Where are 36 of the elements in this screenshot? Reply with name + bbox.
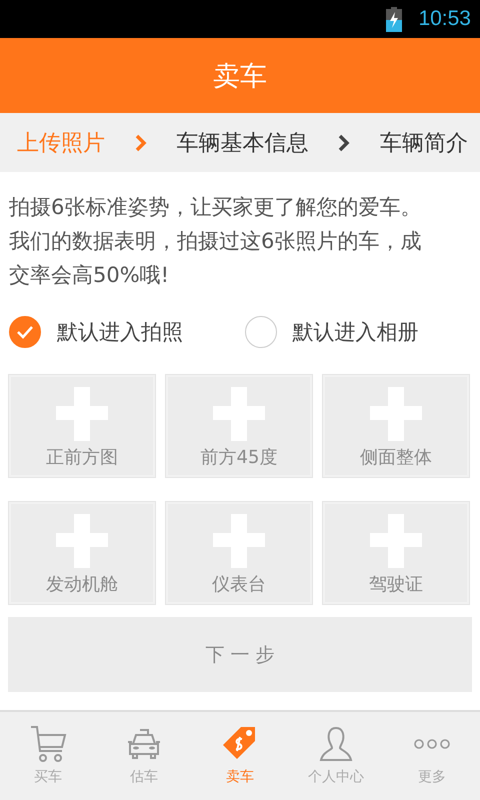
slot-label: 发动机舱 (46, 573, 118, 596)
taxi-icon (125, 728, 163, 760)
checkmark-icon (16, 325, 34, 339)
chevron-right-icon (134, 134, 147, 152)
slot-label: 侧面整体 (360, 446, 432, 469)
photo-slot[interactable]: 侧面整体 (322, 374, 470, 478)
slot-label: 驾驶证 (369, 573, 423, 596)
photo-slot[interactable]: 驾驶证 (322, 501, 470, 605)
step-label[interactable]: 车辆基本信息 (176, 128, 308, 158)
photo-slot[interactable]: 仪表台 (165, 501, 313, 605)
next-button[interactable]: 下 一 步 (8, 617, 472, 692)
status-time: 10:53 (418, 7, 471, 31)
tab-bar-item[interactable]: 更多 (384, 712, 480, 800)
header-title: 卖车 (213, 60, 267, 94)
slot-label: 前方45度 (200, 446, 278, 469)
radio-button[interactable] (9, 316, 41, 348)
photo-slot[interactable]: 发动机舱 (8, 501, 156, 605)
chevron-right-icon (338, 134, 350, 152)
more-icon (414, 738, 450, 750)
option-label: 默认进入拍照 (57, 319, 183, 346)
radio-button[interactable] (244, 316, 276, 348)
slot-label: 仪表台 (212, 573, 266, 596)
photo-slot[interactable]: 前方45度 (165, 374, 313, 478)
step-label[interactable]: 上传照片 (17, 128, 105, 158)
tab-bar-item[interactable]: 卖车 (192, 712, 288, 800)
tab-bar-item[interactable]: 估车 (96, 712, 192, 800)
step-label[interactable]: 车辆简介 (380, 128, 468, 158)
slot-label: 正前方图 (46, 446, 118, 469)
battery-charging-icon (386, 6, 402, 32)
person-icon (318, 726, 354, 762)
intro-text: 拍摄6张标准姿势，让买家更了解您的爱车。我们的数据表明，拍摄过这6张照片的车，成交率会高50%哦! (9, 194, 422, 289)
photo-slot[interactable]: 正前方图 (8, 374, 156, 478)
tab-bar-item[interactable]: 个人中心 (288, 712, 384, 800)
option-label: 默认进入相册 (292, 319, 418, 346)
shopping-cart-icon (29, 725, 67, 763)
tab-bar-item[interactable]: 买车 (0, 712, 96, 800)
